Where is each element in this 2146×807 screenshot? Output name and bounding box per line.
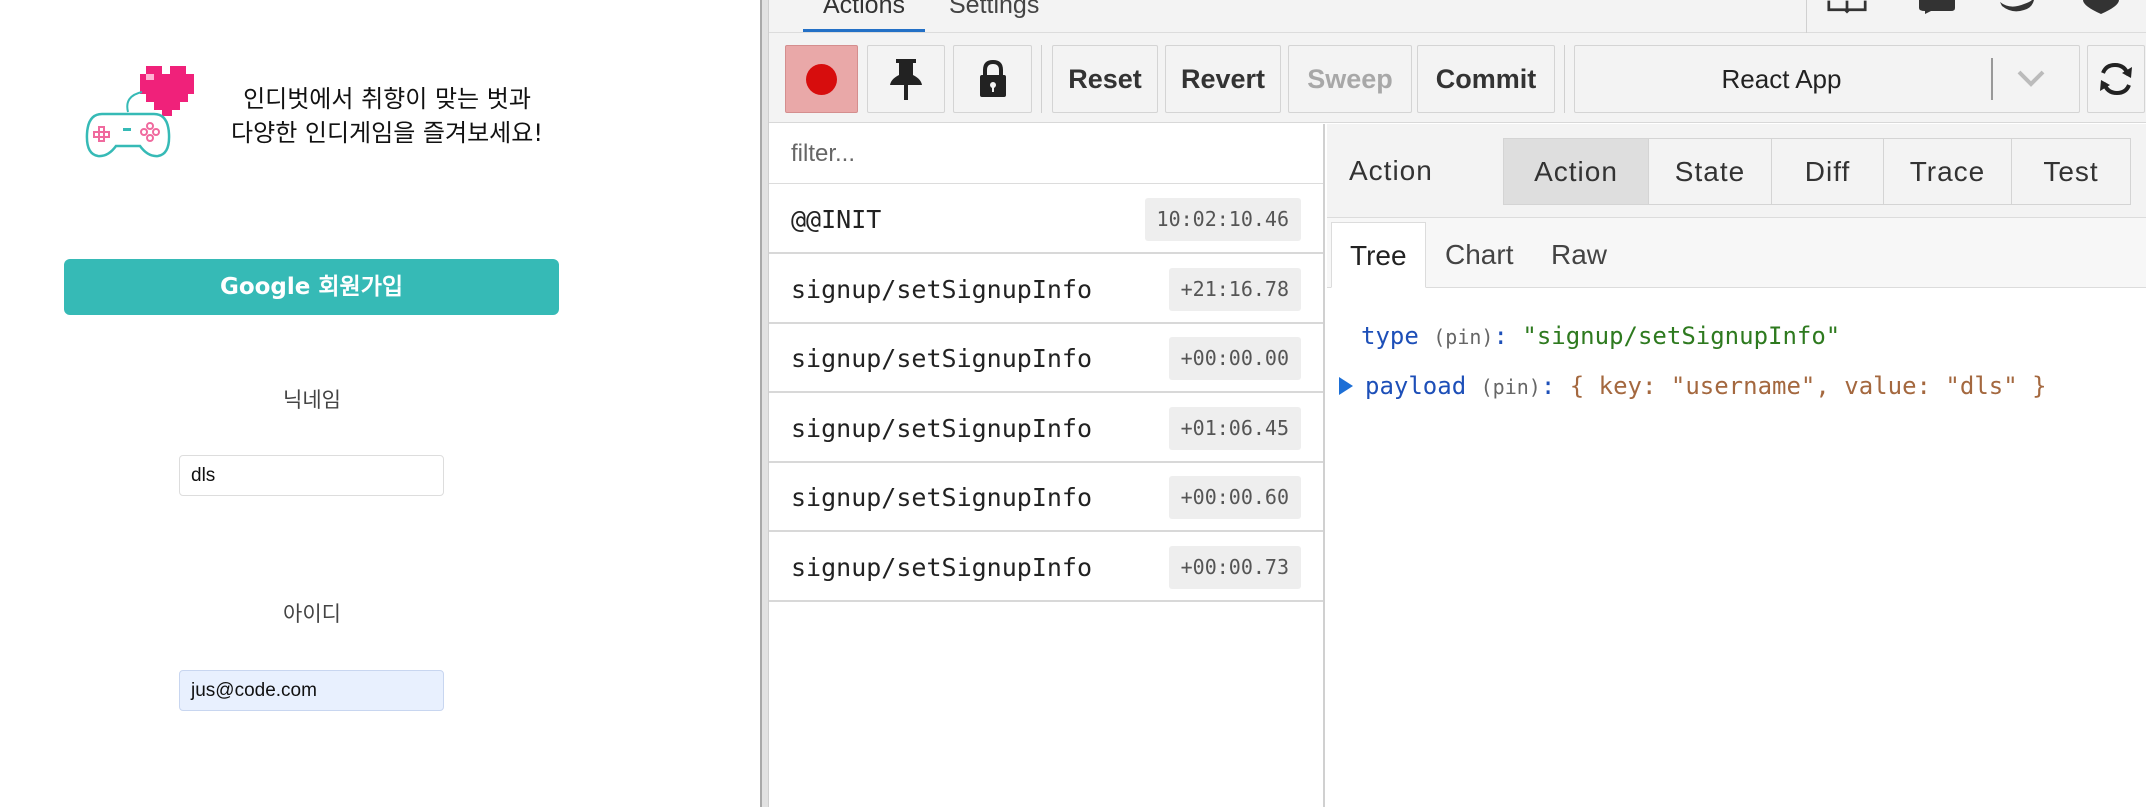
tree-row-type[interactable]: type (pin): "signup/setSignupInfo"	[1361, 316, 1840, 356]
view-tab-bar: Tree Chart Raw	[1327, 218, 2146, 288]
tab-raw[interactable]: Raw	[1533, 222, 1625, 288]
commit-button[interactable]: Commit	[1417, 45, 1555, 113]
google-signup-button[interactable]: Google 회원가입	[64, 259, 559, 315]
tab-test[interactable]: Test	[2011, 138, 2131, 205]
gamepad-heart-logo-icon	[85, 66, 194, 158]
tab-chart[interactable]: Chart	[1427, 222, 1531, 288]
nickname-label: 닉네임	[283, 388, 341, 412]
tab-state[interactable]: State	[1648, 138, 1772, 205]
action-timestamp: 10:02:10.46	[1144, 198, 1301, 241]
tree-key: payload	[1365, 372, 1467, 400]
tree-value: { key: "username", value: "dls" }	[1569, 372, 2047, 400]
tree-colon: :	[1540, 372, 1570, 400]
lock-button[interactable]	[953, 45, 1032, 113]
tagline-line-2: 다양한 인디게임을 즐겨보세요!	[231, 119, 543, 147]
tab-action[interactable]: Action	[1503, 138, 1649, 205]
record-button[interactable]	[785, 45, 858, 113]
action-list-item[interactable]: signup/setSignupInfo +00:00.73	[769, 533, 1323, 602]
lock-icon	[979, 59, 1006, 97]
pin-button[interactable]	[867, 45, 945, 113]
twitter-icon[interactable]	[1997, 0, 2037, 14]
sync-icon	[2100, 62, 2132, 96]
pin-tag[interactable]: (pin)	[1433, 325, 1493, 349]
pin-tag[interactable]: (pin)	[1481, 375, 1541, 399]
tree-key: type	[1361, 322, 1419, 350]
tab-tree[interactable]: Tree	[1331, 222, 1426, 288]
detail-header: Action Action State Diff Trace Test	[1327, 124, 2146, 218]
action-list-item[interactable]: @@INIT 10:02:10.46	[769, 185, 1323, 254]
filter-input[interactable]: filter...	[769, 124, 1323, 184]
action-timestamp: +00:00.00	[1168, 337, 1301, 380]
devtools-toolbar: Reset Revert Sweep Commit React App	[769, 33, 2146, 123]
chat-icon[interactable]	[1917, 0, 1957, 14]
action-name: signup/setSignupInfo	[791, 552, 1093, 582]
brand-header: 인디벗에서 취향이 맞는 벗과 다양한 인디게임을 즐겨보세요!	[84, 62, 564, 162]
revert-button[interactable]: Revert	[1165, 45, 1281, 113]
book-icon[interactable]	[1827, 0, 1867, 14]
action-timestamp: +00:00.73	[1168, 545, 1301, 589]
instance-select[interactable]: React App	[1574, 45, 2080, 113]
pin-icon	[890, 59, 922, 100]
expand-arrow-icon[interactable]	[1339, 377, 1353, 395]
nickname-input[interactable]: dls	[179, 455, 444, 496]
action-detail-pane: Action Action State Diff Trace Test Tree…	[1327, 124, 2146, 807]
tagline: 인디벗에서 취향이 맞는 벗과 다양한 인디게임을 즐겨보세요!	[212, 82, 562, 150]
action-name: signup/setSignupInfo	[791, 344, 1093, 373]
reset-button[interactable]: Reset	[1052, 45, 1158, 113]
action-list-pane: filter... @@INIT 10:02:10.46 signup/setSig…	[769, 124, 1325, 807]
top-icon-bar	[1806, 0, 2146, 33]
action-list-item[interactable]: signup/setSignupInfo +01:06.45	[769, 394, 1323, 463]
detail-title: Action	[1349, 155, 1433, 186]
tree-colon: :	[1493, 322, 1523, 350]
tagline-line-1: 인디벗에서 취향이 맞는 벗과	[243, 85, 531, 113]
action-name: signup/setSignupInfo	[791, 483, 1093, 512]
sync-button[interactable]	[2087, 45, 2145, 113]
id-label: 아이디	[283, 602, 341, 626]
panel-splitter[interactable]	[760, 0, 769, 807]
action-list-item[interactable]: signup/setSignupInfo +00:00.00	[769, 324, 1323, 393]
toolbar-divider	[1564, 45, 1565, 113]
tree-value: "signup/setSignupInfo"	[1522, 322, 1841, 350]
action-name: signup/setSignupInfo	[791, 413, 1093, 443]
tab-diff[interactable]: Diff	[1771, 138, 1884, 205]
toolbar-divider	[1041, 45, 1042, 113]
instance-select-value: React App	[1721, 64, 1842, 94]
action-timestamp: +01:06.45	[1168, 406, 1301, 450]
heart-icon[interactable]	[2081, 0, 2121, 14]
select-divider	[1991, 58, 1993, 100]
redux-devtools: Actions Settings Reset Revert Sweep Comm…	[769, 0, 2146, 807]
tab-actions[interactable]: Actions	[803, 0, 925, 32]
tab-trace[interactable]: Trace	[1883, 138, 2012, 205]
action-timestamp: +21:16.78	[1168, 267, 1301, 311]
action-name: @@INIT	[791, 205, 882, 234]
sweep-button[interactable]: Sweep	[1288, 45, 1412, 113]
tree-row-payload[interactable]: payload (pin): { key: "username", value:…	[1327, 366, 2047, 406]
action-tree: type (pin): "signup/setSignupInfo" paylo…	[1327, 289, 2146, 789]
signup-page: 인디벗에서 취향이 맞는 벗과 다양한 인디게임을 즐겨보세요! Google …	[0, 0, 760, 807]
id-input[interactable]: jus@code.com	[179, 670, 444, 711]
action-list-item[interactable]: signup/setSignupInfo +00:00.60	[769, 463, 1323, 532]
devtools-tab-bar: Actions Settings	[769, 0, 2146, 33]
record-dot-icon	[806, 64, 837, 95]
action-name: signup/setSignupInfo	[791, 274, 1093, 304]
tab-settings[interactable]: Settings	[949, 0, 1039, 32]
chevron-down-icon	[2017, 70, 2045, 87]
action-list-item[interactable]: signup/setSignupInfo +21:16.78	[769, 255, 1323, 324]
action-timestamp: +00:00.60	[1168, 476, 1301, 519]
